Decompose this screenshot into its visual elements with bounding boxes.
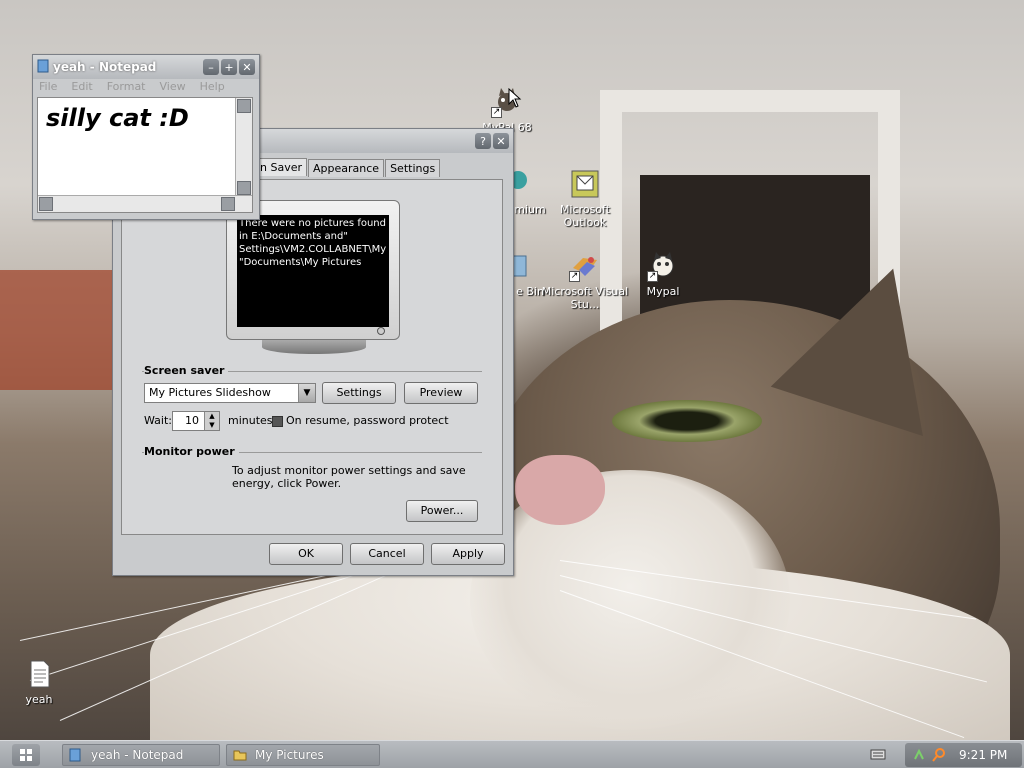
monitor-stand xyxy=(262,340,366,354)
notepad-icon xyxy=(37,59,49,76)
close-button[interactable]: ✕ xyxy=(239,59,255,75)
menu-format[interactable]: Format xyxy=(107,79,146,95)
menu-help[interactable]: Help xyxy=(200,79,225,95)
tab-appearance[interactable]: Appearance xyxy=(308,159,385,177)
menu-view[interactable]: View xyxy=(160,79,186,95)
maximize-button[interactable]: + xyxy=(221,59,237,75)
text-file-icon xyxy=(23,658,55,690)
shortcut-arrow-icon: ↗ xyxy=(647,271,658,282)
wait-unit-label: minutes xyxy=(228,414,273,427)
desktop-icon-yeah[interactable]: yeah xyxy=(0,658,84,706)
notepad-titlebar[interactable]: yeah - Notepad – + ✕ xyxy=(33,55,259,79)
taskbar: yeah - Notepad My Pictures 9:21 PM xyxy=(0,740,1024,768)
desktop-icon-label: Mypal xyxy=(646,285,680,298)
taskbar-item-label: My Pictures xyxy=(255,748,324,762)
spin-up-icon[interactable]: ▲ xyxy=(204,412,219,421)
tab-screen-saver[interactable]: n Saver xyxy=(255,158,307,176)
password-protect-checkbox[interactable] xyxy=(272,416,283,427)
wallpaper-cat-eye xyxy=(612,400,762,442)
start-icon xyxy=(20,749,32,761)
monitor-power-description: To adjust monitor power settings and sav… xyxy=(232,464,466,490)
minimize-button[interactable]: – xyxy=(203,59,219,75)
desktop-icon-label: Microsoft Visual Stu... xyxy=(541,285,629,311)
screen-saver-select-value: My Pictures Slideshow xyxy=(149,386,271,399)
network-icon[interactable] xyxy=(913,747,927,766)
mypal-cat-icon: ↗ xyxy=(647,250,679,282)
preview-button[interactable]: Preview xyxy=(404,382,478,404)
visual-studio-icon: ↗ xyxy=(569,250,601,282)
scroll-up-button[interactable] xyxy=(237,99,251,113)
monitor-bezel: There were no pictures found in E:\Docum… xyxy=(226,200,400,340)
screen-saver-select[interactable]: My Pictures Slideshow ▼ xyxy=(144,383,316,403)
tab-settings[interactable]: Settings xyxy=(385,159,441,177)
cancel-button[interactable]: Cancel xyxy=(350,543,424,565)
desktop-icon-visual-studio[interactable]: ↗ Microsoft Visual Stu... xyxy=(540,250,630,311)
taskbar-item-label: yeah - Notepad xyxy=(91,748,184,762)
wait-label: Wait: xyxy=(144,414,172,427)
spin-down-icon[interactable]: ▼ xyxy=(204,421,219,430)
notepad-icon xyxy=(69,748,83,762)
shortcut-arrow-icon: ↗ xyxy=(491,107,502,118)
shortcut-arrow-icon: ↗ xyxy=(569,271,580,282)
notepad-content: silly cat :D xyxy=(46,104,189,132)
screen-saver-panel: There were no pictures found in E:\Docum… xyxy=(121,179,503,535)
search-icon[interactable] xyxy=(931,747,947,766)
desktop-icon-mypal68[interactable]: ↗ MyPal 68 xyxy=(462,86,552,134)
menu-file[interactable]: File xyxy=(39,79,57,95)
menu-edit[interactable]: Edit xyxy=(71,79,92,95)
keyboard-icon[interactable] xyxy=(870,747,886,761)
ok-button[interactable]: OK xyxy=(269,543,343,565)
power-button[interactable]: Power... xyxy=(406,500,478,522)
desktop-icon-label: Microsoft Outlook xyxy=(559,203,611,229)
taskbar-item-my-pictures[interactable]: My Pictures xyxy=(226,744,380,766)
wallpaper-cat-muzzle xyxy=(470,470,790,730)
scroll-right-button[interactable] xyxy=(221,197,235,211)
desktop-icon-mypal[interactable]: ↗ Mypal xyxy=(618,250,708,298)
help-button[interactable]: ? xyxy=(475,133,491,149)
desktop-icon-label: yeah xyxy=(25,693,53,706)
notepad-window[interactable]: yeah - Notepad – + ✕ File Edit Format Vi… xyxy=(32,54,260,220)
folder-icon xyxy=(233,748,247,762)
wallpaper-wall-left xyxy=(0,270,120,390)
scroll-down-button[interactable] xyxy=(237,181,251,195)
notepad-title: yeah - Notepad xyxy=(53,60,157,74)
notepad-text-area[interactable]: silly cat :D xyxy=(37,97,253,213)
apply-button[interactable]: Apply xyxy=(431,543,505,565)
close-button[interactable]: ✕ xyxy=(493,133,509,149)
preview-screen: There were no pictures found in E:\Docum… xyxy=(237,215,389,327)
scroll-left-button[interactable] xyxy=(39,197,53,211)
wait-value: 10 xyxy=(185,414,199,427)
screen-saver-group-label: Screen saver xyxy=(144,364,229,377)
settings-button[interactable]: Settings xyxy=(322,382,396,404)
tab-strip: n Saver Appearance Settings xyxy=(255,158,441,177)
monitor-power-group-label: Monitor power xyxy=(144,445,239,458)
start-button[interactable] xyxy=(12,744,40,766)
system-tray: 9:21 PM xyxy=(905,743,1022,767)
wallpaper-cat-nose xyxy=(515,455,605,525)
wait-stepper[interactable]: 10 ▲ ▼ xyxy=(172,411,220,431)
taskbar-item-notepad[interactable]: yeah - Notepad xyxy=(62,744,220,766)
desktop-icon-outlook[interactable]: Microsoft Outlook xyxy=(540,168,630,229)
password-protect-label: On resume, password protect xyxy=(286,414,449,427)
mouse-cursor-icon xyxy=(508,87,522,108)
monitor-preview: There were no pictures found in E:\Docum… xyxy=(226,200,400,354)
clock[interactable]: 9:21 PM xyxy=(959,743,1007,767)
horizontal-scrollbar[interactable] xyxy=(38,195,252,212)
chevron-down-icon[interactable]: ▼ xyxy=(298,384,315,402)
notepad-menubar: File Edit Format View Help xyxy=(33,79,259,95)
monitor-led-icon xyxy=(377,327,385,335)
outlook-icon xyxy=(569,168,601,200)
